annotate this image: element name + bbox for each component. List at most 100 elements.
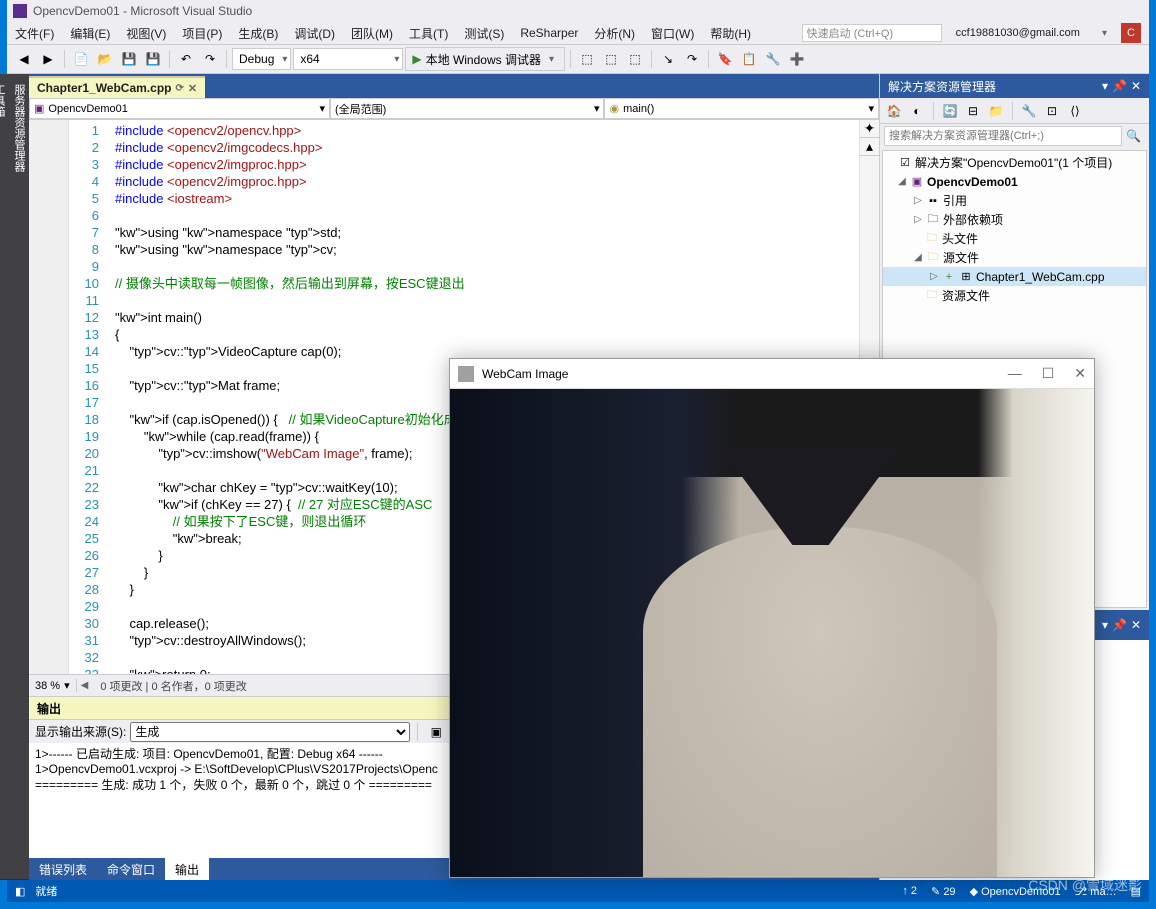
menu-build[interactable]: 生成(B) bbox=[230, 25, 286, 42]
menu-view[interactable]: 视图(V) bbox=[118, 25, 174, 42]
tab-output[interactable]: 输出 bbox=[165, 858, 209, 880]
save-icon[interactable]: 💾 bbox=[118, 48, 140, 70]
collapse-icon[interactable]: ⊟ bbox=[963, 101, 983, 121]
tab-error-list[interactable]: 错误列表 bbox=[29, 858, 97, 880]
nav-back-icon[interactable]: ◀ bbox=[13, 48, 35, 70]
save-all-icon[interactable]: 💾 bbox=[142, 48, 164, 70]
vs-icon bbox=[13, 4, 27, 18]
project-scope-combo[interactable]: ▣OpencvDemo01▾ bbox=[29, 98, 330, 119]
user-email[interactable]: ccf19881030@gmail.com bbox=[948, 27, 1088, 39]
home-icon[interactable]: 🏠 bbox=[884, 101, 904, 121]
menu-debug[interactable]: 调试(D) bbox=[286, 25, 343, 42]
toolbar-icon[interactable]: ⊡ bbox=[1042, 101, 1062, 121]
close-icon[interactable]: ✕ bbox=[1131, 79, 1141, 93]
watermark: CSDN @雪域迷影 bbox=[1028, 875, 1142, 895]
redo-icon[interactable]: ↷ bbox=[199, 48, 221, 70]
webcam-window[interactable]: WebCam Image — ☐ ✕ bbox=[449, 358, 1095, 878]
project-node[interactable]: OpencvDemo01 bbox=[927, 175, 1018, 189]
status-publish[interactable]: ↑ 2 bbox=[902, 885, 917, 897]
close-icon[interactable]: ✕ bbox=[1074, 365, 1086, 382]
menubar: 文件(F) 编辑(E) 视图(V) 项目(P) 生成(B) 调试(D) 团队(M… bbox=[7, 22, 1149, 44]
menu-team[interactable]: 团队(M) bbox=[343, 25, 401, 42]
solution-node[interactable]: 解决方案"OpencvDemo01"(1 个项目) bbox=[915, 154, 1112, 171]
status-ready: 就绪 bbox=[35, 883, 57, 899]
platform-combo[interactable]: x64 bbox=[293, 48, 403, 70]
window-title: OpencvDemo01 - Microsoft Visual Studio bbox=[33, 4, 252, 18]
step-into-icon[interactable]: ↘ bbox=[657, 48, 679, 70]
quick-launch[interactable]: 快速启动 (Ctrl+Q) bbox=[802, 24, 942, 42]
solution-explorer-toolbar: 🏠 ◐ 🔄 ⊟ 📁 🔧 ⊡ ⟨⟩ bbox=[880, 98, 1149, 124]
toolbar-icon[interactable]: ⬚ bbox=[576, 48, 598, 70]
refresh-icon[interactable]: 🔄 bbox=[940, 101, 960, 121]
close-icon[interactable]: ✕ bbox=[1131, 618, 1141, 632]
show-all-icon[interactable]: 📁 bbox=[986, 101, 1006, 121]
menu-test[interactable]: 测试(S) bbox=[456, 25, 512, 42]
nav-fwd-icon[interactable]: ▶ bbox=[37, 48, 59, 70]
webcam-app-icon bbox=[458, 366, 474, 382]
menu-window[interactable]: 窗口(W) bbox=[643, 25, 702, 42]
external-deps-node[interactable]: 外部依赖项 bbox=[943, 211, 1003, 228]
resources-node[interactable]: 资源文件 bbox=[942, 287, 990, 304]
source-file-node[interactable]: Chapter1_WebCam.cpp bbox=[976, 270, 1105, 284]
solution-search-input[interactable] bbox=[884, 126, 1122, 146]
split-icon[interactable]: ✦ bbox=[860, 120, 879, 138]
solution-explorer-title: 解决方案资源管理器 ▾📌✕ bbox=[880, 74, 1149, 98]
statusbar: ◧ 就绪 ↑ 2 ✎ 29 ◆ OpencvDemo01 ⎇ ma… ▤ bbox=[7, 880, 1149, 902]
references-node[interactable]: 引用 bbox=[943, 192, 967, 209]
tab-command-window[interactable]: 命令窗口 bbox=[97, 858, 165, 880]
toolbox-tab[interactable]: 工具箱 bbox=[0, 74, 9, 880]
user-avatar[interactable]: C bbox=[1121, 23, 1141, 43]
toolbar-icon[interactable]: ◐ bbox=[907, 101, 927, 121]
properties-icon[interactable]: 🔧 bbox=[1019, 101, 1039, 121]
dropdown-icon[interactable]: ▾ bbox=[1102, 618, 1108, 632]
menu-edit[interactable]: 编辑(E) bbox=[62, 25, 118, 42]
output-source-label: 显示输出来源(S): bbox=[35, 723, 126, 740]
menu-help[interactable]: 帮助(H) bbox=[702, 25, 759, 42]
split-arrow-icon[interactable]: ▴ bbox=[860, 138, 879, 156]
toolbar-icon[interactable]: 📋 bbox=[738, 48, 760, 70]
sources-node[interactable]: 源文件 bbox=[943, 249, 979, 266]
output-icon[interactable]: ▣ bbox=[425, 721, 447, 743]
pin-icon[interactable]: 📌 bbox=[1112, 79, 1127, 93]
menu-tools[interactable]: 工具(T) bbox=[401, 25, 456, 42]
zoom-combo[interactable]: 38 %▾ bbox=[29, 679, 77, 692]
toolbar-icon[interactable]: ⟨⟩ bbox=[1065, 101, 1085, 121]
menu-file[interactable]: 文件(F) bbox=[7, 25, 62, 42]
minimize-icon[interactable]: — bbox=[1008, 365, 1022, 382]
webcam-titlebar[interactable]: WebCam Image — ☐ ✕ bbox=[450, 359, 1094, 389]
menu-analyze[interactable]: 分析(N) bbox=[586, 25, 643, 42]
toolbar-icon[interactable]: ⬚ bbox=[600, 48, 622, 70]
toolbar-icon[interactable]: 🔧 bbox=[762, 48, 784, 70]
solution-search: 🔍 bbox=[880, 124, 1149, 148]
config-combo[interactable]: Debug bbox=[232, 48, 291, 70]
function-combo[interactable]: ◉main()▾ bbox=[604, 98, 879, 119]
close-icon[interactable]: ✕ bbox=[188, 82, 197, 95]
headers-node[interactable]: 头文件 bbox=[942, 230, 978, 247]
server-explorer-tab[interactable]: 服务器资源管理器 bbox=[9, 74, 29, 880]
start-debug-button[interactable]: ▶ 本地 Windows 调试器 ▾ bbox=[405, 47, 565, 71]
toolbar-icon[interactable]: ➕ bbox=[786, 48, 808, 70]
webcam-image bbox=[450, 389, 1094, 877]
pin-icon[interactable]: ⟳ bbox=[175, 83, 183, 94]
document-tab[interactable]: Chapter1_WebCam.cpp ⟳ ✕ bbox=[29, 76, 205, 98]
main-toolbar: ◀ ▶ 📄 📂 💾 💾 ↶ ↷ Debug x64 ▶ 本地 Windows 调… bbox=[7, 44, 1149, 74]
navigation-bar: ▣OpencvDemo01▾ (全局范围)▾ ◉main()▾ bbox=[29, 98, 879, 120]
output-source-combo[interactable]: 生成 bbox=[130, 722, 410, 742]
open-file-icon[interactable]: 📂 bbox=[94, 48, 116, 70]
toolbar-icon[interactable]: 🔖 bbox=[714, 48, 736, 70]
document-tabs: Chapter1_WebCam.cpp ⟳ ✕ bbox=[29, 74, 879, 98]
maximize-icon[interactable]: ☐ bbox=[1042, 365, 1055, 382]
pin-icon[interactable]: 📌 bbox=[1112, 618, 1127, 632]
play-icon: ▶ bbox=[412, 52, 421, 66]
search-icon[interactable]: 🔍 bbox=[1122, 129, 1145, 143]
step-over-icon[interactable]: ↷ bbox=[681, 48, 703, 70]
undo-icon[interactable]: ↶ bbox=[175, 48, 197, 70]
new-project-icon[interactable]: 📄 bbox=[70, 48, 92, 70]
toolbar-icon[interactable]: ⬚ bbox=[624, 48, 646, 70]
dropdown-icon[interactable]: ▾ bbox=[1102, 79, 1108, 93]
menu-project[interactable]: 项目(P) bbox=[174, 25, 230, 42]
menu-resharper[interactable]: ReSharper bbox=[512, 26, 586, 40]
status-changes[interactable]: ✎ 29 bbox=[931, 885, 956, 898]
codelens-stats: 0 项更改 | 0 名作者，0 项更改 bbox=[92, 678, 255, 694]
global-scope-combo[interactable]: (全局范围)▾ bbox=[330, 98, 605, 119]
